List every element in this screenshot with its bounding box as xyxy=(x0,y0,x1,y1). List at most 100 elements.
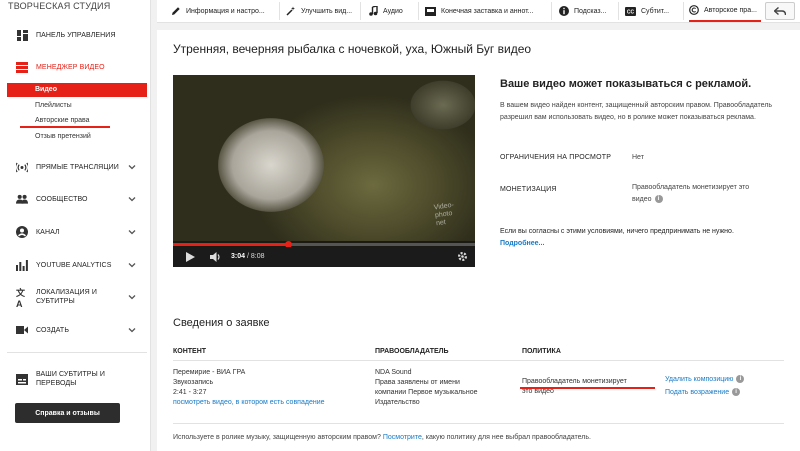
video-frame xyxy=(173,75,475,241)
broadcast-icon xyxy=(16,161,28,173)
policy-underline xyxy=(520,387,655,389)
info-icon xyxy=(559,6,569,16)
video-player[interactable]: Video- photo net 3:04 / 8:08 xyxy=(173,75,475,267)
gear-icon[interactable] xyxy=(457,251,468,262)
people-icon xyxy=(16,193,28,205)
nav-video-manager[interactable]: МЕНЕДЖЕР ВИДЕО xyxy=(0,58,149,76)
content-title: Перемирие - ВИА ГРА xyxy=(173,369,246,376)
owner-name: NDA Sound xyxy=(375,369,412,376)
owner-detail: компании Первое музыкальное xyxy=(375,389,478,396)
video-title: Утренняя, вечерняя рыбалка с ночевкой, у… xyxy=(173,42,532,56)
sidebar-item-playlists[interactable]: Плейлисты xyxy=(7,99,147,113)
footer-divider xyxy=(173,423,784,424)
nav-dashboard[interactable]: ПАНЕЛЬ УПРАВЛЕНИЯ xyxy=(0,26,149,44)
tab-divider xyxy=(683,2,684,20)
sidebar-divider xyxy=(7,352,147,353)
chevron-down-icon xyxy=(128,230,136,235)
duration: 8:08 xyxy=(250,253,265,260)
main-panel: Утренняя, вечерняя рыбалка с ночевкой, у… xyxy=(157,30,800,451)
nav-your-subtitles[interactable]: ВАШИ СУБТИТРЫ И ПЕРЕВОДЫ xyxy=(0,366,149,392)
nav-live-label: ПРЯМЫЕ ТРАНСЛЯЦИИ xyxy=(36,163,119,171)
nav-your-subtitles-label: ВАШИ СУБТИТРЫ И ПЕРЕВОДЫ xyxy=(36,371,105,387)
ad-description: В вашем видео найден контент, защищенный… xyxy=(500,102,773,121)
nav-localization-label: ЛОКАЛИЗАЦИЯ И СУБТИТРЫ xyxy=(36,289,98,305)
nav-channel-label: КАНАЛ xyxy=(36,228,60,236)
nav-channel[interactable]: КАНАЛ xyxy=(0,223,149,241)
info-icon[interactable]: i xyxy=(654,195,663,204)
tab-cards-label: Подсказ... xyxy=(574,7,607,15)
footer-link[interactable]: Посмотрите xyxy=(383,434,422,441)
analytics-icon xyxy=(16,259,28,271)
help-feedback-button[interactable]: Справка и отзывы xyxy=(15,403,120,423)
restrictions-value: Нет xyxy=(632,154,644,161)
sidebar-item-videos[interactable]: Видео xyxy=(7,83,147,97)
chevron-down-icon xyxy=(128,295,136,300)
tab-audio-label: Аудио xyxy=(383,7,403,15)
content-type: Звукозапись xyxy=(173,379,214,386)
progress-fill xyxy=(173,243,288,246)
monetization-label: МОНЕТИЗАЦИЯ xyxy=(500,186,557,193)
info-icon[interactable]: i xyxy=(736,375,745,384)
current-time: 3:04 xyxy=(231,253,246,260)
footer-text: Используете в ролике музыку, защищенную … xyxy=(173,434,591,441)
tab-copyright[interactable]: Авторское пра... xyxy=(689,0,761,22)
tab-info-settings[interactable]: Информация и настро... xyxy=(171,0,279,22)
claim-owner-cell: NDA Sound Права заявлены от имени компан… xyxy=(375,368,515,408)
header-owner: ПРАВООБЛАДАТЕЛЬ xyxy=(375,348,449,355)
tab-divider xyxy=(418,2,419,20)
tab-end-screen[interactable]: Конечная заставка и аннот... xyxy=(425,0,549,22)
tab-subtitles-label: Субтит... xyxy=(641,7,670,15)
remove-song-link[interactable]: Удалить композицию xyxy=(665,376,733,383)
nav-dashboard-label: ПАНЕЛЬ УПРАВЛЕНИЯ xyxy=(36,31,116,39)
chevron-down-icon xyxy=(128,328,136,333)
owner-detail: Права заявлены от имени xyxy=(375,379,460,386)
chevron-down-icon xyxy=(128,263,136,268)
dashboard-icon xyxy=(16,29,28,41)
nav-create-label: СОЗДАТЬ xyxy=(36,326,70,334)
play-icon[interactable] xyxy=(186,252,195,262)
info-icon[interactable]: i xyxy=(732,388,741,397)
time-display: 3:04 / 8:08 xyxy=(231,253,265,260)
table-header-divider xyxy=(173,360,784,361)
nav-localization[interactable]: 文A ЛОКАЛИЗАЦИЯ И СУБТИТРЫ xyxy=(0,284,149,310)
nav-community[interactable]: СООБЩЕСТВО xyxy=(0,190,149,208)
claim-section-title: Сведения о заявке xyxy=(173,317,270,329)
end-screen-icon xyxy=(425,6,436,16)
restrictions-label: ОГРАНИЧЕНИЯ НА ПРОСМОТР xyxy=(500,154,612,161)
music-note-icon xyxy=(369,6,378,16)
studio-title: ТВОРЧЕСКАЯ СТУДИЯ xyxy=(8,1,111,11)
tab-divider xyxy=(618,2,619,20)
tab-subtitles[interactable]: CC Субтит... xyxy=(625,0,681,22)
header-content: КОНТЕНТ xyxy=(173,348,207,355)
more-link[interactable]: Подробнее... xyxy=(500,238,790,250)
sidebar-item-appeals[interactable]: Отзыв претензий xyxy=(7,130,147,144)
claim-content-cell: Перемирие - ВИА ГРА Звукозапись 2:41 - 3… xyxy=(173,368,373,408)
content-range: 2:41 - 3:27 xyxy=(173,389,207,396)
dispute-link[interactable]: Подать возражение xyxy=(665,389,729,396)
volume-icon[interactable] xyxy=(210,252,222,262)
magic-wand-icon xyxy=(286,6,295,16)
cc-icon: CC xyxy=(625,6,636,16)
nav-analytics[interactable]: YOUTUBE ANALYTICS xyxy=(0,256,149,274)
nav-live[interactable]: ПРЯМЫЕ ТРАНСЛЯЦИИ xyxy=(0,158,149,176)
tab-divider xyxy=(360,2,361,20)
subtitles-icon xyxy=(16,373,28,385)
nav-community-label: СООБЩЕСТВО xyxy=(36,195,88,203)
nav-video-manager-label: МЕНЕДЖЕР ВИДЕО xyxy=(36,63,105,71)
tab-end-screen-label: Конечная заставка и аннот... xyxy=(441,7,534,15)
svg-text:CC: CC xyxy=(627,9,635,15)
nav-analytics-label: YOUTUBE ANALYTICS xyxy=(36,261,112,269)
tab-audio[interactable]: Аудио xyxy=(369,0,413,22)
tab-divider xyxy=(279,2,280,20)
pencil-icon xyxy=(172,7,180,15)
view-match-link[interactable]: посмотреть видео, в котором есть совпаде… xyxy=(173,398,373,408)
copyright-underline xyxy=(20,126,110,128)
video-manager-icon xyxy=(16,61,28,73)
translate-icon: 文A xyxy=(16,287,26,309)
nav-create[interactable]: СОЗДАТЬ xyxy=(0,321,149,339)
tab-enhance[interactable]: Улучшить вид... xyxy=(286,0,358,22)
back-button[interactable] xyxy=(765,2,795,20)
progress-bar[interactable] xyxy=(173,241,475,248)
tab-cards[interactable]: Подсказ... xyxy=(559,0,616,22)
claim-actions-cell: Удалить композицию i Подать возражение i xyxy=(665,375,795,398)
